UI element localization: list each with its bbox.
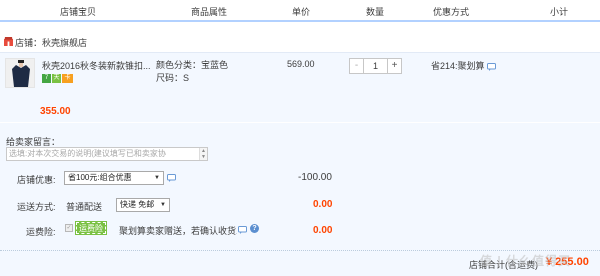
coupon-select[interactable]: 省100元:组合优惠 ▼ — [64, 171, 164, 185]
insurance-text: 聚划算卖家赠送，若确认收货... — [119, 226, 237, 236]
help-icon[interactable]: ? — [250, 224, 259, 233]
attr-color: 颜色分类：宝蓝色 — [156, 60, 229, 70]
shipping-label: 运送方式: — [17, 202, 56, 212]
promo-text: 省214:聚划算 — [431, 61, 485, 71]
shop-icon — [4, 37, 13, 46]
shop-name-link[interactable]: 店铺：秋壳旗舰店 — [15, 36, 87, 49]
insurance-checkbox[interactable]: ✓ — [65, 224, 73, 232]
cart-header: 店铺宝贝 商品属性 单价 数量 优惠方式 小计 — [0, 0, 600, 22]
dropdown-caret-icon: ▼ — [154, 175, 160, 181]
seven-day-return-icon[interactable]: 7 — [42, 74, 51, 83]
coupon-selected: 省100元:组合优惠 — [68, 173, 132, 182]
header-price: 单价 — [292, 7, 311, 17]
insurance-label: 运费险: — [26, 227, 56, 237]
shipping-method: 普通配送 — [66, 202, 103, 212]
promo-info: 省214:聚划算 — [431, 59, 497, 72]
shipping-amount: 0.00 — [313, 199, 333, 210]
quantity-stepper: - 1 + — [349, 58, 402, 74]
shop-total-label: 店铺合计(含运费) — [469, 260, 538, 270]
coat-image — [6, 59, 34, 87]
quantity-input[interactable]: 1 — [364, 59, 387, 73]
shipping-selected: 快递 免邮 — [120, 200, 155, 209]
product-attributes: 颜色分类：宝蓝色 尺码：S — [156, 59, 228, 85]
message-scrollbar[interactable]: ▲ ▼ — [199, 148, 207, 160]
coupon-label: 店铺优惠: — [17, 175, 56, 185]
coupon-chat-icon[interactable] — [167, 174, 176, 182]
header-qty: 数量 — [366, 7, 385, 17]
shop-total-value: ¥ 255.00 — [546, 256, 589, 268]
cart-item-row: 秋壳2016秋冬装新款锥扣... 7 天 卡 颜色分类：宝蓝色 尺码：S 569… — [0, 52, 600, 122]
insurance-badge: 运费险 — [75, 221, 107, 235]
header-promo: 优惠方式 — [433, 7, 470, 17]
decrease-button[interactable]: - — [350, 59, 364, 73]
header-subtotal: 小计 — [550, 7, 569, 17]
dropdown-caret-icon: ▼ — [160, 202, 166, 208]
product-thumbnail[interactable] — [5, 58, 35, 88]
header-attrs: 商品属性 — [191, 7, 228, 17]
attr-size: 尺码：S — [156, 73, 190, 83]
chat-icon[interactable] — [487, 62, 497, 71]
insurance-amount: 0.00 — [313, 225, 333, 236]
header-item: 店铺宝贝 — [60, 7, 97, 17]
message-textarea[interactable]: 选填:对本次交易的说明(建议填写已和卖家协 ▲ ▼ — [6, 147, 208, 161]
shop-row: 店铺：秋壳旗舰店 — [0, 33, 600, 51]
shop-total-row: 店铺合计(含运费) ¥ 255.00 — [0, 250, 600, 276]
credit-card-icon[interactable]: 卡 — [62, 74, 73, 83]
shipping-select[interactable]: 快递 免邮 ▼ — [116, 198, 170, 212]
product-title-link[interactable]: 秋壳2016秋冬装新款锥扣... — [42, 59, 152, 72]
coupon-amount: -100.00 — [298, 172, 332, 183]
unit-price: 569.00 — [287, 59, 315, 69]
insurance-chat-icon[interactable] — [238, 226, 247, 234]
guarantee-icon[interactable]: 天 — [52, 74, 61, 83]
message-placeholder: 选填:对本次交易的说明(建议填写已和卖家协 — [9, 149, 166, 158]
increase-button[interactable]: + — [387, 59, 401, 73]
item-subtotal: 355.00 — [40, 106, 71, 117]
scroll-down-arrow-icon[interactable]: ▼ — [200, 154, 207, 160]
